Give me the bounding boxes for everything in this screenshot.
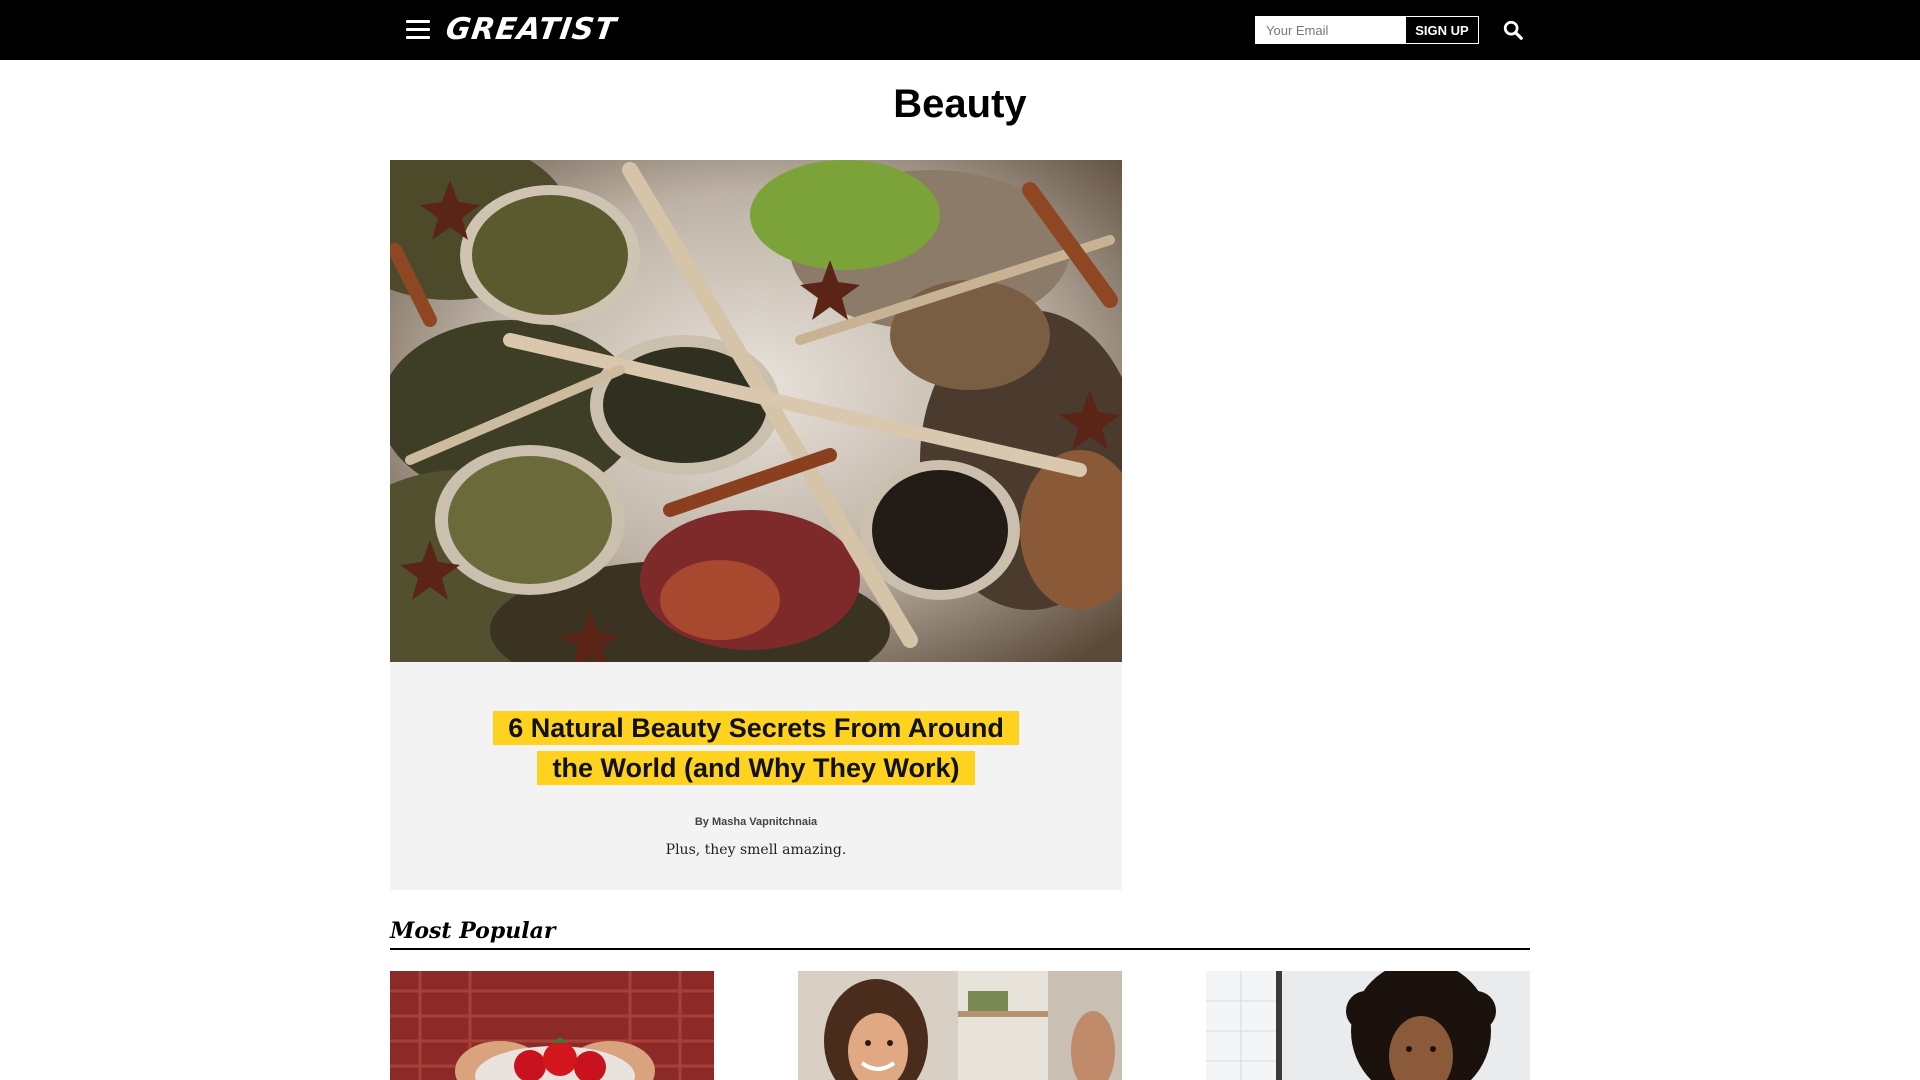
featured-article-headline[interactable]: 6 Natural Beauty Secrets From Around the… — [390, 708, 1122, 788]
search-icon[interactable] — [1502, 19, 1524, 41]
featured-article-card: 6 Natural Beauty Secrets From Around the… — [390, 662, 1122, 890]
sign-up-button[interactable]: SIGN UP — [1405, 16, 1479, 44]
article-dek: Plus, they smell amazing. — [665, 842, 847, 858]
page-title: Beauty — [893, 82, 1027, 126]
greatist-logo[interactable]: GREATIST — [443, 10, 619, 50]
popular-card-2[interactable] — [798, 971, 1122, 1080]
section-divider — [390, 948, 1530, 950]
woman-curly-hair-bathroom-photo — [1206, 971, 1530, 1080]
most-popular-heading: Most Popular — [390, 918, 556, 944]
popular-card-3[interactable] — [1206, 971, 1530, 1080]
top-navigation-bar: GREATIST SIGN UP — [0, 0, 1920, 60]
featured-article-image[interactable] — [390, 160, 1122, 662]
email-signup-input[interactable] — [1255, 16, 1405, 44]
smiling-woman-at-mirror-photo — [798, 971, 1122, 1080]
hamburger-menu-icon[interactable] — [406, 20, 430, 40]
headline-line-1[interactable]: 6 Natural Beauty Secrets From Around — [493, 711, 1019, 745]
spices-herbs-photo — [390, 160, 1122, 662]
article-byline: By Masha Vapnitchnaia — [694, 816, 818, 828]
headline-line-2[interactable]: the World (and Why They Work) — [537, 751, 975, 785]
popular-card-1[interactable] — [390, 971, 714, 1080]
strawberries-in-hands-photo — [390, 971, 714, 1080]
